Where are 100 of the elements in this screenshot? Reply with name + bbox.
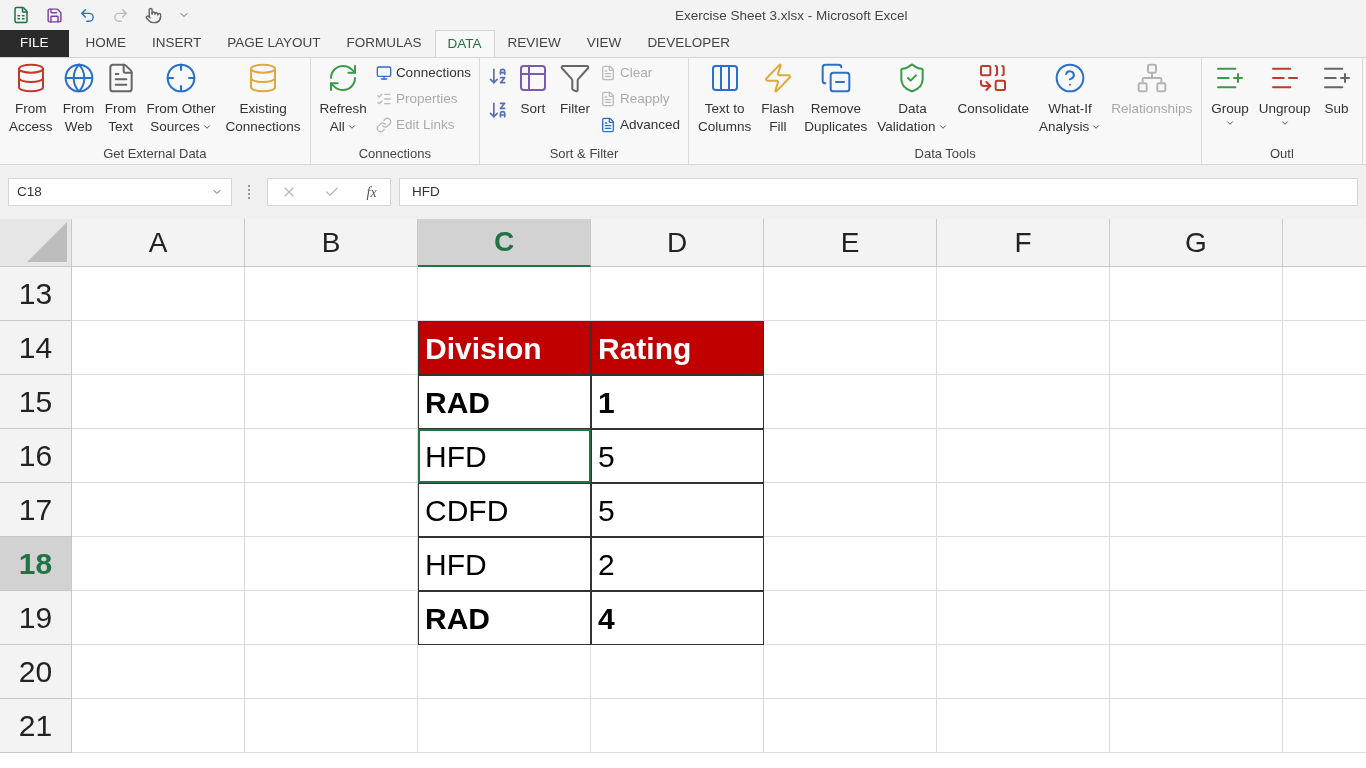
ribbon-tab[interactable]: FILE bbox=[0, 30, 69, 57]
ribbon-button[interactable]: Text to Columns bbox=[693, 58, 757, 144]
sheet-cell[interactable] bbox=[1110, 645, 1283, 699]
column-header[interactable]: G bbox=[1110, 219, 1283, 267]
table-cell[interactable]: CDFD bbox=[418, 483, 591, 537]
sheet-cell[interactable] bbox=[937, 591, 1110, 645]
sheet-cell[interactable] bbox=[1110, 537, 1283, 591]
ribbon-button[interactable]: What-If Analysis bbox=[1033, 58, 1107, 144]
sheet-cell[interactable] bbox=[764, 699, 937, 753]
sort-ascending-icon[interactable] bbox=[487, 66, 508, 86]
sheet-cell[interactable] bbox=[245, 699, 418, 753]
sheet-cell[interactable] bbox=[1110, 699, 1283, 753]
sheet-cell[interactable] bbox=[1110, 483, 1283, 537]
ribbon-button[interactable]: Sort bbox=[511, 58, 554, 144]
column-header[interactable]: D bbox=[591, 219, 764, 267]
ribbon-tab[interactable]: VIEW bbox=[573, 30, 635, 57]
touch-icon[interactable] bbox=[145, 6, 162, 24]
sheet-cell[interactable] bbox=[937, 537, 1110, 591]
sheet-cell[interactable] bbox=[1110, 429, 1283, 483]
ribbon-group-label: Connections bbox=[358, 145, 431, 163]
ribbon-tab[interactable]: REVIEW bbox=[494, 30, 574, 57]
ribbon-button[interactable]: Existing Connections bbox=[220, 58, 306, 144]
row-header[interactable]: 17 bbox=[0, 483, 72, 537]
ribbon-button[interactable]: Ungroup bbox=[1253, 58, 1316, 144]
ribbon-button[interactable]: From Web bbox=[57, 58, 100, 144]
table-cell[interactable]: 2 bbox=[591, 537, 764, 591]
ribbon-button[interactable]: Flash Fill bbox=[756, 58, 800, 144]
ribbon-button[interactable]: From Other Sources bbox=[141, 58, 221, 144]
table-cell[interactable]: HFD bbox=[418, 537, 591, 591]
column-header[interactable] bbox=[1283, 219, 1366, 267]
ribbon-tab[interactable]: HOME bbox=[72, 30, 139, 57]
sheet-cell[interactable] bbox=[72, 483, 245, 537]
sheet-cell[interactable] bbox=[764, 645, 937, 699]
sheet-cell[interactable] bbox=[1110, 267, 1283, 321]
ribbon-tab[interactable]: INSERT bbox=[139, 30, 215, 57]
ribbon-button[interactable]: Filter bbox=[553, 58, 596, 144]
sheet-cell[interactable] bbox=[591, 699, 764, 753]
sheet-cell[interactable] bbox=[937, 321, 1110, 375]
table-cell[interactable]: RAD bbox=[418, 591, 591, 645]
column-header[interactable]: C bbox=[418, 219, 591, 267]
row-header[interactable]: 19 bbox=[0, 591, 72, 645]
save-icon[interactable] bbox=[46, 6, 63, 24]
ribbon-button[interactable]: Sub bbox=[1315, 58, 1358, 144]
sheet-cell[interactable] bbox=[937, 699, 1110, 753]
name-box[interactable]: C18 bbox=[8, 178, 232, 206]
sheet-cell[interactable] bbox=[937, 429, 1110, 483]
row-header[interactable]: 13 bbox=[0, 267, 72, 321]
sheet-cell[interactable] bbox=[764, 267, 937, 321]
ribbon-button[interactable]: Remove Duplicates bbox=[799, 58, 873, 144]
ribbon-tab[interactable]: DATA bbox=[434, 30, 495, 57]
column-header[interactable]: A bbox=[72, 219, 245, 267]
sheet-cell[interactable] bbox=[1110, 591, 1283, 645]
sort-descending-icon[interactable] bbox=[487, 100, 508, 120]
row-header[interactable]: 16 bbox=[0, 429, 72, 483]
sheet-cell[interactable] bbox=[72, 267, 245, 321]
ribbon-button[interactable]: From Text bbox=[99, 58, 142, 144]
ribbon-button[interactable]: Refresh All bbox=[314, 58, 372, 144]
sheet-cell[interactable] bbox=[72, 645, 245, 699]
sheet-cell[interactable] bbox=[72, 429, 245, 483]
row-header[interactable]: 20 bbox=[0, 645, 72, 699]
row-header[interactable]: 14 bbox=[0, 321, 72, 375]
sheet-cell[interactable] bbox=[937, 645, 1110, 699]
ribbon-tab[interactable]: PAGE LAYOUT bbox=[214, 30, 334, 57]
ribbon-tab[interactable]: FORMULAS bbox=[333, 30, 435, 57]
ribbon-button[interactable]: Group bbox=[1206, 58, 1254, 144]
column-header[interactable]: F bbox=[937, 219, 1110, 267]
table-cell[interactable]: 4 bbox=[591, 591, 764, 645]
row-header[interactable]: 18 bbox=[0, 537, 72, 591]
table-cell[interactable]: 5 bbox=[591, 483, 764, 537]
sheet-cell[interactable] bbox=[937, 267, 1110, 321]
table-cell[interactable]: 1 bbox=[591, 375, 764, 429]
table-cell[interactable]: RAD bbox=[418, 375, 591, 429]
ribbon-button[interactable]: Consolidate bbox=[952, 58, 1034, 144]
row-header[interactable]: 21 bbox=[0, 699, 72, 753]
sheet-cell[interactable] bbox=[245, 267, 418, 321]
sheet-cell[interactable] bbox=[937, 375, 1110, 429]
ribbon-button[interactable]: Data Validation bbox=[872, 58, 953, 144]
column-header[interactable]: B bbox=[245, 219, 418, 267]
undo-icon[interactable] bbox=[79, 6, 96, 24]
ribbon-button[interactable]: From Access bbox=[4, 58, 58, 144]
sheet-cell[interactable] bbox=[418, 699, 591, 753]
sheet-cell[interactable] bbox=[72, 375, 245, 429]
sheet-cell[interactable] bbox=[937, 483, 1110, 537]
sheet-cell[interactable] bbox=[72, 537, 245, 591]
ribbon-tab[interactable]: DEVELOPER bbox=[634, 30, 743, 57]
sheet-cell[interactable] bbox=[1110, 375, 1283, 429]
sheet-cell[interactable] bbox=[72, 699, 245, 753]
row-header[interactable]: 15 bbox=[0, 375, 72, 429]
redo-icon[interactable] bbox=[112, 6, 129, 24]
sheet-cell[interactable] bbox=[1110, 321, 1283, 375]
ribbon-small-button[interactable]: Connections bbox=[375, 62, 471, 84]
sheet-cell[interactable] bbox=[72, 321, 245, 375]
ribbon-small-button[interactable]: Advanced bbox=[599, 114, 680, 136]
table-cell[interactable]: HFD bbox=[418, 429, 591, 483]
column-header[interactable]: E bbox=[764, 219, 937, 267]
formula-field[interactable]: HFD bbox=[399, 178, 1358, 206]
sheet-cell[interactable] bbox=[72, 591, 245, 645]
sheet-cell[interactable] bbox=[245, 645, 418, 699]
insert-function-button[interactable]: fx bbox=[366, 181, 377, 203]
table-cell[interactable]: 5 bbox=[591, 429, 764, 483]
